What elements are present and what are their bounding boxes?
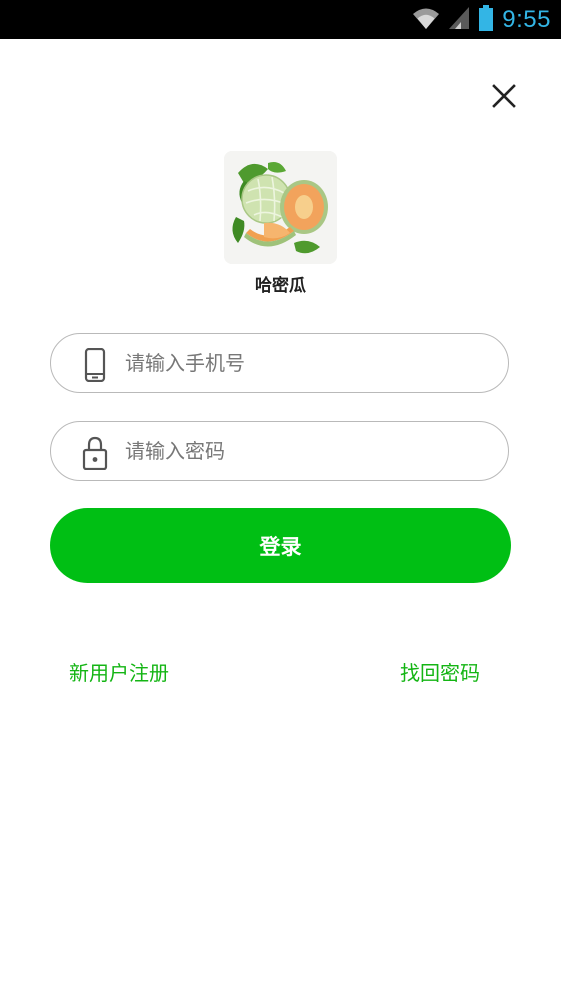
status-bar: 9:55 xyxy=(0,0,561,39)
status-time: 9:55 xyxy=(502,5,551,33)
app-logo xyxy=(224,151,337,264)
login-button[interactable]: 登录 xyxy=(50,508,511,583)
phone-field[interactable] xyxy=(50,333,509,393)
password-input[interactable] xyxy=(125,422,485,480)
battery-icon xyxy=(478,4,494,35)
wifi-icon xyxy=(412,6,440,34)
close-button[interactable] xyxy=(484,76,524,116)
forgot-password-link[interactable]: 找回密码 xyxy=(400,657,480,686)
phone-input[interactable] xyxy=(125,334,485,392)
melon-logo xyxy=(224,151,337,264)
close-icon xyxy=(492,84,516,108)
status-icons: 9:55 xyxy=(412,0,551,39)
lock-icon xyxy=(82,436,108,470)
phone-icon xyxy=(84,348,106,382)
signal-icon xyxy=(448,6,470,34)
password-field[interactable] xyxy=(50,421,509,481)
register-link[interactable]: 新用户注册 xyxy=(69,657,169,686)
app-name: 哈密瓜 xyxy=(255,276,306,295)
